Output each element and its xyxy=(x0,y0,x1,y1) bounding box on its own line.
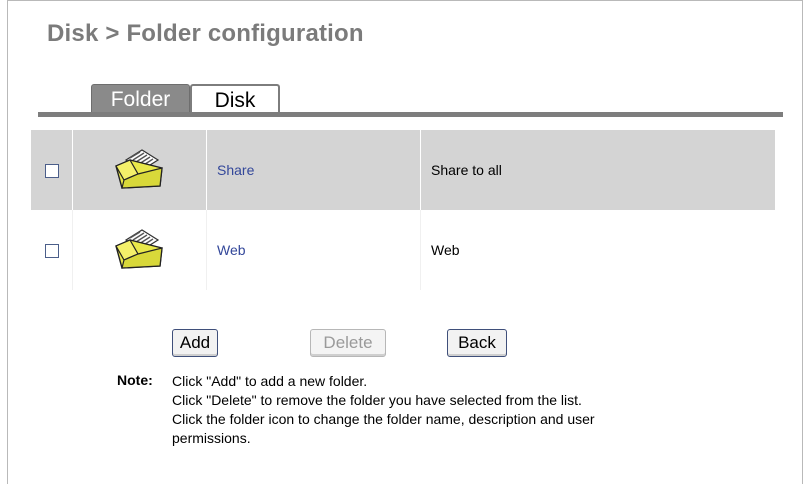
folder-icon-cell xyxy=(72,130,207,210)
folder-icon-cell xyxy=(72,210,207,290)
open-folder-icon[interactable] xyxy=(112,226,168,275)
folder-name-link[interactable]: Share xyxy=(217,162,254,178)
folder-list: Share Share to all Web Web xyxy=(31,130,775,290)
checkbox-cell xyxy=(31,210,73,290)
note-text: Click "Add" to add a new folder. Click "… xyxy=(172,372,732,448)
folder-description: Web xyxy=(420,210,775,290)
folder-name-cell: Share xyxy=(206,130,421,210)
folder-name-cell: Web xyxy=(206,210,421,290)
folder-name-link[interactable]: Web xyxy=(217,242,246,258)
delete-button[interactable]: Delete xyxy=(310,329,386,357)
note-line: permissions. xyxy=(172,430,251,446)
note-line: Click "Add" to add a new folder. xyxy=(172,373,368,389)
checkbox-unchecked-icon[interactable] xyxy=(44,164,59,179)
tab-bar-divider xyxy=(38,112,783,117)
table-row: Web Web xyxy=(31,210,775,290)
tab-folder[interactable]: Folder xyxy=(91,84,190,114)
table-row: Share Share to all xyxy=(31,130,775,210)
add-button[interactable]: Add xyxy=(172,329,218,357)
tab-disk[interactable]: Disk xyxy=(190,84,280,114)
back-button[interactable]: Back xyxy=(447,329,507,357)
note-line: Click "Delete" to remove the folder you … xyxy=(172,392,582,408)
checkbox-cell xyxy=(31,130,73,210)
page-title: Disk > Folder configuration xyxy=(47,20,364,47)
note-label: Note: xyxy=(117,372,153,388)
checkbox-unchecked-icon[interactable] xyxy=(44,244,59,259)
folder-description: Share to all xyxy=(420,130,775,210)
note-line: Click the folder icon to change the fold… xyxy=(172,411,595,427)
open-folder-icon[interactable] xyxy=(112,146,168,195)
